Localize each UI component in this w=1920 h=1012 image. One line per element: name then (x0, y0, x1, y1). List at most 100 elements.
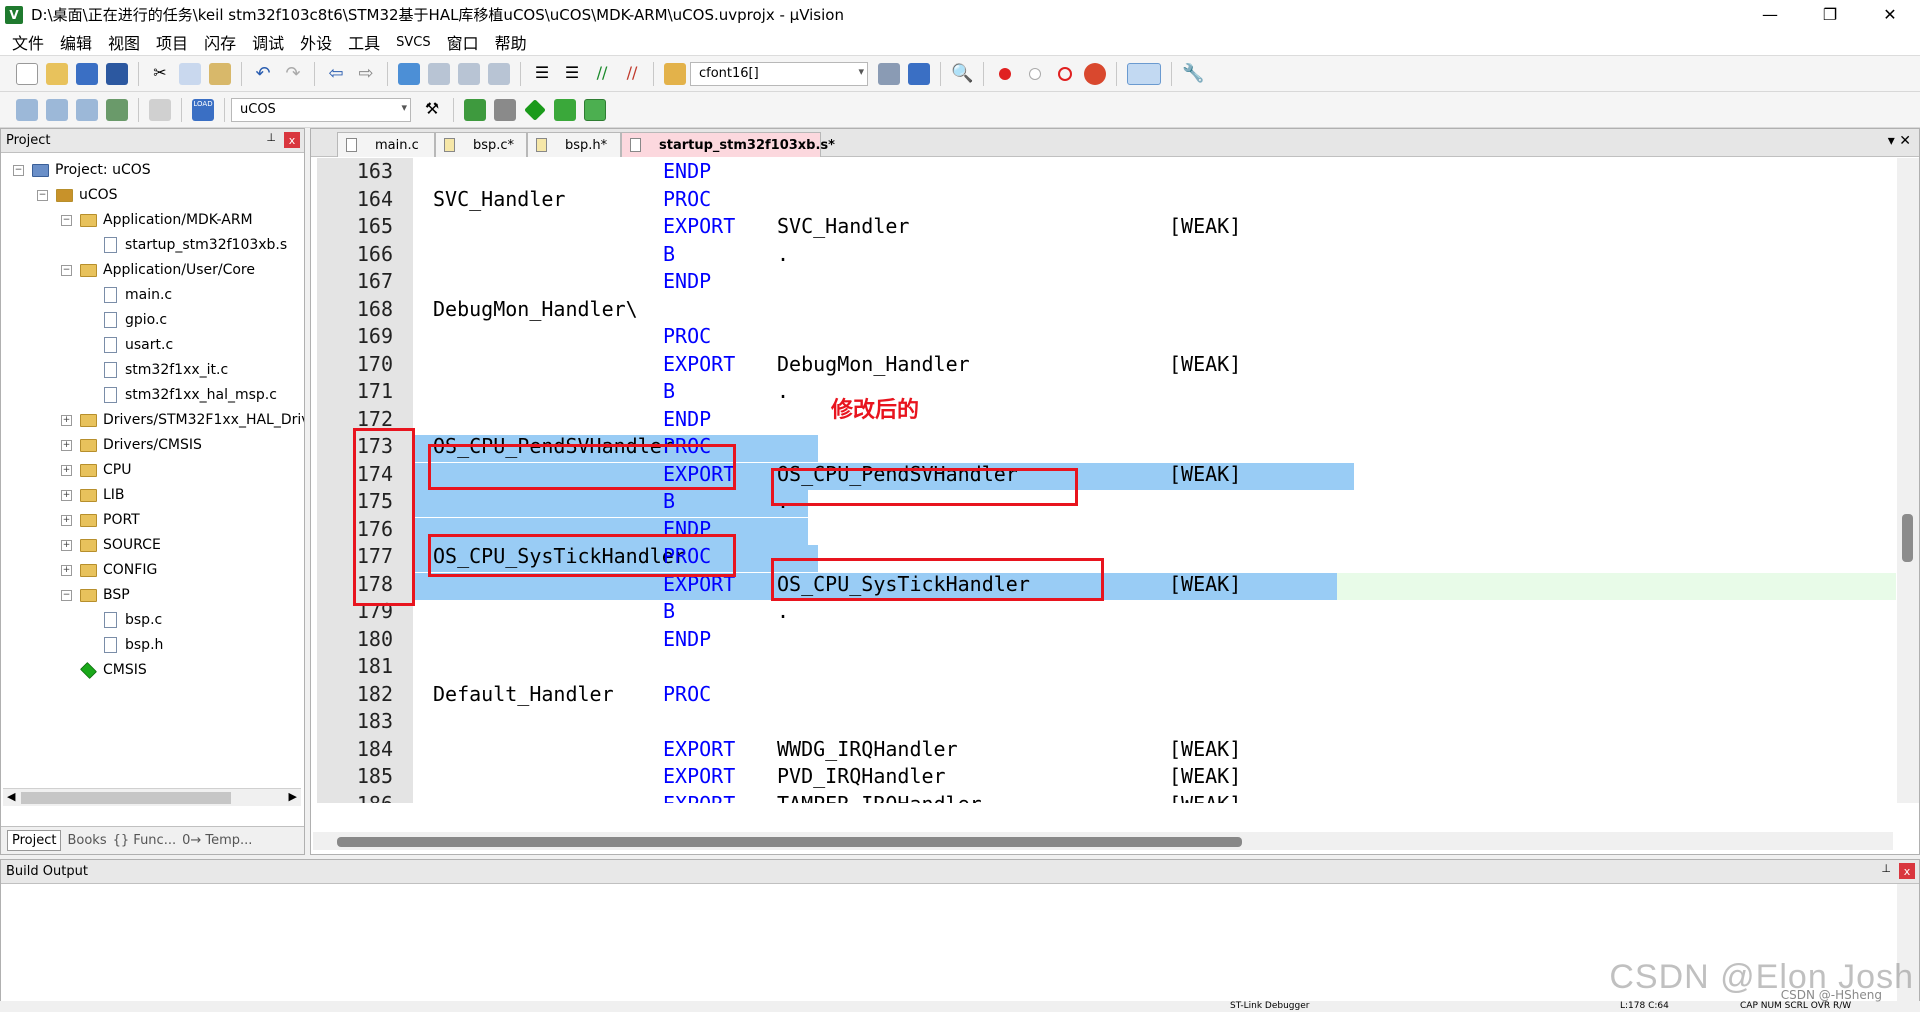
tab-templates[interactable]: 0→ Temp... (182, 833, 252, 848)
clear-bookmarks-icon[interactable] (488, 62, 510, 85)
expander-icon[interactable]: + (61, 514, 72, 526)
stop-build-icon[interactable] (149, 98, 171, 121)
close-panel-icon[interactable]: x (284, 132, 300, 148)
tree-node-folder[interactable]: + SOURCE (61, 533, 161, 557)
tree-node-folder[interactable]: − Application/User/Core (61, 258, 255, 282)
window-layout-icon[interactable] (1127, 62, 1161, 85)
rebuild-icon[interactable] (76, 98, 98, 121)
target-options-icon[interactable]: ⚒ (421, 99, 443, 121)
tree-node-folder[interactable]: + PORT (61, 508, 140, 532)
tab-bsp-c[interactable]: bsp.c* (435, 132, 527, 157)
pack-installer-icon[interactable] (584, 98, 606, 121)
menu-window[interactable]: 窗口 (447, 30, 479, 54)
build-icon[interactable] (46, 98, 68, 121)
undo-icon[interactable]: ↶ (252, 63, 274, 85)
find-combo[interactable]: cfont16[] ▾ (690, 61, 868, 86)
close-button[interactable]: ✕ (1860, 0, 1920, 29)
nav-back-icon[interactable]: ⇦ (325, 63, 347, 85)
comment-icon[interactable]: // (591, 63, 613, 85)
editor-hscrollbar[interactable] (313, 832, 1893, 850)
find-icon[interactable] (878, 62, 900, 85)
expander-icon[interactable]: + (61, 439, 72, 451)
tree-node-file[interactable]: stm32f1xx_it.c (85, 358, 228, 382)
batch-build-icon[interactable] (106, 98, 128, 121)
tree-node-file[interactable]: gpio.c (85, 308, 167, 332)
tree-node-folder[interactable]: − Application/MDK-ARM (61, 208, 253, 232)
tab-startup-s[interactable]: startup_stm32f103xb.s* (621, 132, 835, 157)
unindent-icon[interactable]: ☰ (561, 63, 583, 85)
menu-project[interactable]: 项目 (156, 30, 188, 54)
expander-icon[interactable]: − (61, 589, 72, 601)
editor-vscrollbar[interactable] (1897, 158, 1919, 803)
configure-icon[interactable]: 🔧 (1182, 63, 1204, 85)
disable-breakpoint-icon[interactable] (1029, 67, 1041, 80)
menu-svcs[interactable]: SVCS (396, 35, 430, 50)
menu-view[interactable]: 视图 (108, 30, 140, 54)
expander-icon[interactable]: − (61, 214, 72, 226)
tree-node-target[interactable]: − uCOS (37, 183, 118, 207)
tree-node-file[interactable]: usart.c (85, 333, 173, 357)
cut-icon[interactable]: ✂ (149, 63, 171, 85)
kill-all-breakpoints-icon[interactable] (1084, 62, 1106, 85)
tree-node-folder[interactable]: + CPU (61, 458, 131, 482)
uncomment-icon[interactable]: // (621, 63, 643, 85)
run-time-environment-icon[interactable] (554, 98, 576, 121)
maximize-button[interactable]: ❐ (1800, 0, 1860, 29)
save-all-icon[interactable] (106, 62, 128, 85)
tab-functions[interactable]: {} Func... (113, 833, 176, 848)
tree-node-file[interactable]: bsp.h (85, 633, 163, 657)
select-packs-icon[interactable] (524, 98, 546, 121)
expander-icon[interactable]: − (13, 164, 24, 176)
paste-icon[interactable] (209, 62, 231, 85)
expander-icon[interactable]: + (61, 539, 72, 551)
tree-node-folder[interactable]: + LIB (61, 483, 125, 507)
tab-list-close-icons[interactable]: ▾ ✕ (1888, 133, 1911, 149)
pin-icon[interactable]: ⊥ (266, 131, 276, 144)
nav-forward-icon[interactable]: ⇨ (355, 63, 377, 85)
find-in-files-icon[interactable] (664, 62, 686, 85)
menu-help[interactable]: 帮助 (495, 30, 527, 54)
disable-all-breakpoints-icon[interactable] (1058, 66, 1072, 81)
menu-peripherals[interactable]: 外设 (300, 30, 332, 54)
tree-node-component[interactable]: CMSIS (61, 658, 147, 682)
minimize-button[interactable]: — (1740, 0, 1800, 29)
close-panel-icon[interactable]: x (1899, 863, 1915, 879)
tab-books[interactable]: Books (67, 833, 106, 848)
tab-bsp-h[interactable]: bsp.h* (527, 132, 621, 157)
prev-bookmark-icon[interactable] (428, 62, 450, 85)
tree-node-folder[interactable]: + CONFIG (61, 558, 157, 582)
tree-node-project[interactable]: − Project: uCOS (13, 158, 151, 182)
breakpoint-icon[interactable] (999, 67, 1011, 80)
expander-icon[interactable]: − (37, 189, 48, 201)
tree-node-folder[interactable]: − BSP (61, 583, 130, 607)
tree-node-folder[interactable]: + Drivers/STM32F1xx_HAL_Drive (61, 408, 304, 432)
tree-node-file[interactable]: main.c (85, 283, 172, 307)
new-file-icon[interactable] (16, 62, 38, 85)
next-bookmark-icon[interactable] (458, 62, 480, 85)
download-icon[interactable]: LOAD (192, 98, 214, 121)
tree-node-file[interactable]: startup_stm32f103xb.s (85, 233, 287, 257)
tree-node-folder[interactable]: + Drivers/CMSIS (61, 433, 202, 457)
manage-components-icon[interactable] (464, 98, 486, 121)
project-hscrollbar[interactable]: ◀ ▶ (3, 788, 301, 806)
tree-node-file[interactable]: stm32f1xx_hal_msp.c (85, 383, 277, 407)
tab-project[interactable]: Project (7, 830, 62, 851)
debug-start-icon[interactable]: 🔍 (951, 63, 973, 85)
incremental-find-icon[interactable] (908, 62, 930, 85)
target-select[interactable]: uCOS ▾ (231, 97, 411, 122)
expander-icon[interactable]: + (61, 489, 72, 501)
tree-node-file[interactable]: bsp.c (85, 608, 162, 632)
expander-icon[interactable]: + (61, 414, 72, 426)
redo-icon[interactable]: ↷ (282, 63, 304, 85)
translate-icon[interactable] (16, 98, 38, 121)
menu-tools[interactable]: 工具 (348, 30, 380, 54)
expander-icon[interactable]: + (61, 464, 72, 476)
indent-icon[interactable]: ☰ (531, 63, 553, 85)
menu-debug[interactable]: 调试 (252, 30, 284, 54)
menu-flash[interactable]: 闪存 (204, 30, 236, 54)
menu-file[interactable]: 文件 (12, 30, 44, 54)
pin-icon[interactable]: ⊥ (1881, 862, 1891, 875)
save-icon[interactable] (76, 62, 98, 85)
manage-project-items-icon[interactable] (494, 98, 516, 121)
tab-main-c[interactable]: main.c (337, 132, 435, 157)
